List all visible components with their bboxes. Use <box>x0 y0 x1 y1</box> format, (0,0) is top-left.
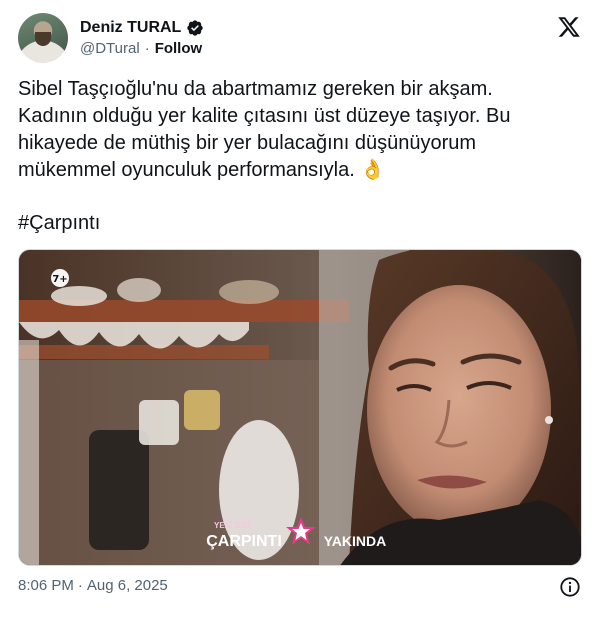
tweet-time[interactable]: 8:06 PM <box>18 577 74 594</box>
avatar[interactable] <box>18 13 68 63</box>
tweet-line: Sibel Taşçıoğlu'nu da abartmamız gereken… <box>18 78 493 100</box>
follow-button[interactable]: Follow <box>155 40 203 57</box>
overlay-coming-soon: YAKINDA <box>324 533 387 549</box>
tweet-timestamp[interactable]: 8:06 PM · Aug 6, 2025 <box>18 577 168 594</box>
tweet-line: Kadının olduğu yer kalite çıtasını üst d… <box>18 105 511 127</box>
info-icon[interactable] <box>559 576 581 598</box>
author-display-name[interactable]: Deniz TURAL <box>80 19 181 37</box>
overlay-new-series: YENİ DİZİ <box>214 521 250 530</box>
handle-separator: · <box>144 40 150 57</box>
timestamp-separator: · <box>77 577 83 594</box>
hashtag-link[interactable]: #Çarpıntı <box>18 210 100 237</box>
author-handle[interactable]: @DTural <box>80 40 140 57</box>
author-name-row[interactable]: Deniz TURAL <box>80 17 204 39</box>
overlay-series-title: ÇARPINTI <box>206 533 282 550</box>
x-logo-icon[interactable] <box>557 15 581 39</box>
tweet-media-image[interactable]: 7+ YENİ DİZİ ÇARPINTI YAKINDA <box>18 249 582 566</box>
tweet-line: mükemmel oyunculuk performansıyla. 👌 <box>18 159 386 181</box>
tweet-date[interactable]: Aug 6, 2025 <box>87 577 168 594</box>
tweet-line: hikayede de müthiş bir yer bulacağını dü… <box>18 132 477 154</box>
tweet-text: Sibel Taşçıoğlu'nu da abartmamız gereken… <box>18 76 578 184</box>
verified-badge-icon <box>187 20 204 36</box>
channel-badge: 7+ <box>52 274 67 285</box>
author-handle-row: @DTural · Follow <box>80 40 202 57</box>
